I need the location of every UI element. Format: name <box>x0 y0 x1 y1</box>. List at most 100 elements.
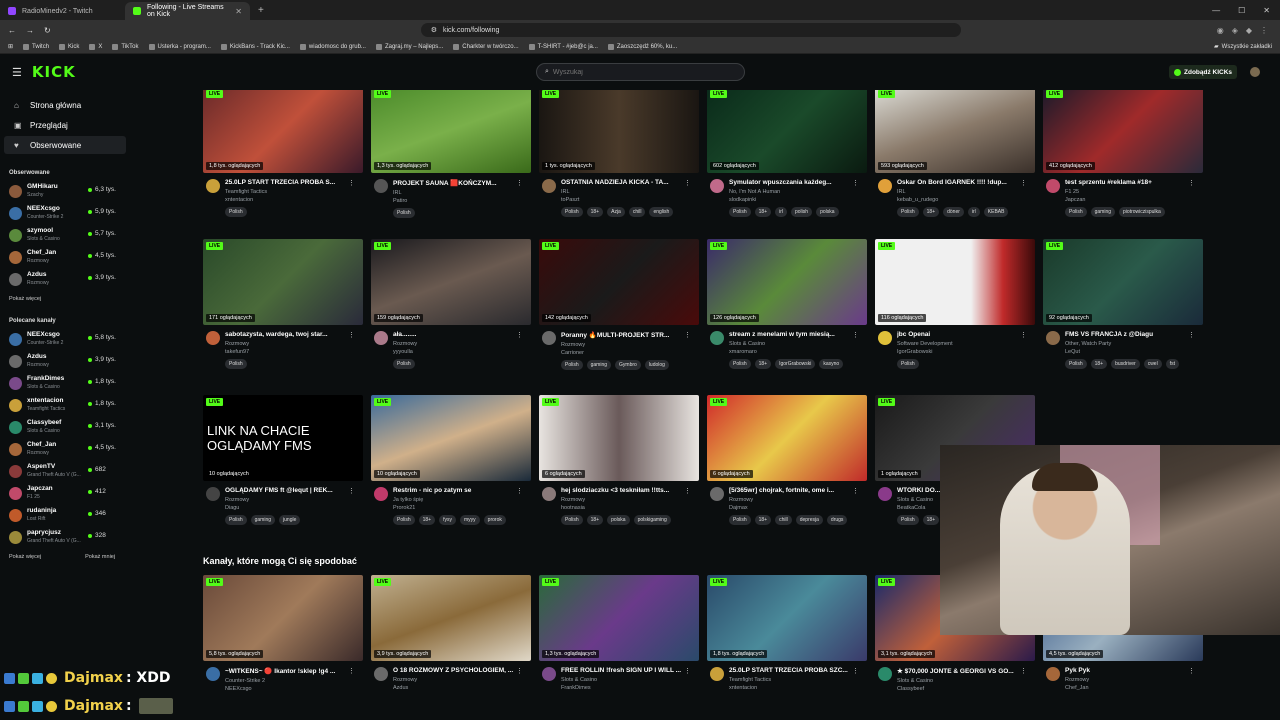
recommended-show-more-link[interactable]: Pokaż więcej <box>9 554 41 560</box>
tag-chip[interactable]: 18+ <box>922 207 940 217</box>
tag-chip[interactable]: busdriver <box>1111 359 1140 369</box>
stream-thumbnail[interactable]: LIVE 159 oglądających <box>371 239 531 325</box>
sidebar-channel[interactable]: Chef_Jan Rozmowy 4,5 tys. <box>0 438 130 460</box>
stream-thumbnail[interactable]: LIVE 5,8 tys. oglądających <box>203 575 363 661</box>
tag-chip[interactable]: fysy <box>439 515 456 525</box>
stream-card[interactable]: LIVE 142 oglądających Poranny 🔥MULTI-PROJE… <box>539 239 699 370</box>
user-avatar[interactable] <box>1250 67 1260 77</box>
stream-category[interactable]: Rozmowy <box>225 341 355 347</box>
stream-card[interactable]: LINK NA CHACIE OGLĄDAMY FMS LIVE 10 ogląda… <box>203 395 363 525</box>
stream-card[interactable]: LIVE 5,8 tys. oglądających ~WITKENS~ 🔴 Ika… <box>203 575 363 692</box>
extension-icon[interactable]: ◈ <box>1232 26 1238 35</box>
stream-category[interactable]: Rozmowy <box>1065 677 1195 683</box>
stream-card[interactable]: LIVE 159 oglądających ała........ Rozmowy yy… <box>371 239 531 369</box>
tag-chip[interactable]: 18+ <box>1090 359 1108 369</box>
tag-chip[interactable]: Polish <box>225 207 247 217</box>
site-info-icon[interactable]: ⚙ <box>431 26 437 34</box>
stream-channel-name[interactable]: Dajmax <box>729 505 859 511</box>
tag-chip[interactable]: Polish <box>225 515 247 525</box>
stream-category[interactable]: Rozmowy <box>393 341 523 347</box>
stream-title[interactable]: jbc Openai <box>897 331 1027 338</box>
tag-chip[interactable]: Polish <box>1065 207 1087 217</box>
stream-channel-name[interactable]: Chef_Jan <box>1065 685 1195 691</box>
stream-thumbnail[interactable]: LIVE 126 oglądających <box>707 239 867 325</box>
stream-channel-name[interactable]: LeQut <box>1065 349 1195 355</box>
sidebar-channel[interactable]: szymool Slots & Casino 5,7 tys. <box>0 224 130 246</box>
tag-chip[interactable]: polska <box>607 515 630 525</box>
stream-card[interactable]: LIVE 10 oglądających Restrim - nic po zaty… <box>371 395 531 525</box>
more-options-icon[interactable]: ⋮ <box>684 667 691 675</box>
more-options-icon[interactable]: ⋮ <box>684 179 691 187</box>
more-options-icon[interactable]: ⋮ <box>852 487 859 495</box>
stream-channel-name[interactable]: hootnasia <box>561 505 691 511</box>
browser-tab-active[interactable]: Following - Live Streams on Kick ✕ <box>125 2 250 20</box>
tag-chip[interactable]: Polish <box>561 360 583 370</box>
stream-card[interactable]: LIVE 126 oglądających stream z menelami w … <box>707 239 867 369</box>
stream-channel-name[interactable]: NEEXcsgo <box>225 686 355 692</box>
bookmark-item[interactable]: T-SHIRT - #jeb@c ja... <box>528 43 598 50</box>
stream-channel-name[interactable]: Carrioner <box>561 350 691 356</box>
stream-thumbnail[interactable]: LIVE 1,8 tys. oglądających <box>203 90 363 173</box>
stream-channel-name[interactable]: Prorok21 <box>393 505 523 511</box>
stream-title[interactable]: Poranny 🔥MULTI-PROJEKT STR... <box>561 331 691 339</box>
stream-channel-name[interactable]: Diagu <box>225 505 355 511</box>
more-options-icon[interactable]: ⋮ <box>684 487 691 495</box>
tag-chip[interactable]: jungle <box>279 515 301 525</box>
tag-chip[interactable]: 18+ <box>754 515 772 525</box>
tag-chip[interactable]: Polish <box>729 359 751 369</box>
bookmark-item[interactable]: Kick <box>59 43 79 50</box>
tag-chip[interactable]: english <box>649 207 674 217</box>
more-options-icon[interactable]: ⋮ <box>516 667 523 675</box>
stream-thumbnail[interactable]: LIVE 602 oglądających <box>707 90 867 173</box>
tag-chip[interactable]: Polish <box>1065 359 1087 369</box>
tag-chip[interactable]: Polish <box>897 359 919 369</box>
stream-card[interactable]: LIVE 1,8 tys. oglądających 25.0LP START TR… <box>707 575 867 691</box>
stream-channel-name[interactable]: Classybeef <box>897 686 1027 692</box>
channel-avatar[interactable] <box>206 331 220 345</box>
stream-title[interactable]: O 18 ROZMOWY Z PSYCHOLOGIEM, ... <box>393 667 523 674</box>
channel-avatar[interactable] <box>206 179 220 193</box>
apps-icon[interactable]: ⊞ <box>8 43 13 50</box>
stream-category[interactable]: Slots & Casino <box>561 677 691 683</box>
channel-avatar[interactable] <box>542 331 556 345</box>
stream-title[interactable]: FREE ROLLIN !fresh SIGN UP I WILL ... <box>561 667 691 674</box>
stream-category[interactable]: Slots & Casino <box>897 678 1027 684</box>
stream-card[interactable]: LIVE 116 oglądających jbc Openai Software D… <box>875 239 1035 369</box>
tag-chip[interactable]: polska <box>816 207 839 217</box>
bookmark-item[interactable]: Charkter w twórczo... <box>453 43 519 50</box>
sidebar-channel[interactable]: paprycjusz Grand Theft Auto V (G... 328 <box>0 526 130 548</box>
stream-thumbnail[interactable]: LIVE 1,3 tys. oglądających <box>539 575 699 661</box>
more-options-icon[interactable]: ⋮ <box>852 179 859 187</box>
more-options-icon[interactable]: ⋮ <box>516 179 523 187</box>
channel-avatar[interactable] <box>878 487 892 501</box>
channel-avatar[interactable] <box>710 331 724 345</box>
back-icon[interactable]: ← <box>8 26 16 35</box>
stream-channel-name[interactable]: kebab_u_rudego <box>897 197 1027 203</box>
stream-category[interactable]: Slots & Casino <box>729 341 859 347</box>
stream-channel-name[interactable]: slodkapinki <box>729 197 859 203</box>
stream-thumbnail[interactable]: LIVE 593 oglądających <box>875 90 1035 173</box>
stream-channel-name[interactable]: xntentacion <box>729 685 859 691</box>
tag-chip[interactable]: 18+ <box>418 515 436 525</box>
more-options-icon[interactable]: ⋮ <box>348 487 355 495</box>
sidebar-channel[interactable]: Japczan F1 25 412 <box>0 482 130 504</box>
channel-avatar[interactable] <box>1046 331 1060 345</box>
channel-avatar[interactable] <box>878 179 892 193</box>
tag-chip[interactable]: irl <box>967 207 980 217</box>
stream-thumbnail[interactable]: LIVE 142 oglądających <box>539 239 699 325</box>
stream-category[interactable]: Teamfight Tactics <box>225 189 355 195</box>
stream-thumbnail[interactable]: LIVE 3,9 tys. oglądających <box>371 575 531 661</box>
stream-title[interactable]: sabotazysta, wardega, twoj star... <box>225 331 355 338</box>
tag-chip[interactable]: chill <box>775 515 792 525</box>
stream-thumbnail[interactable]: LIVE 6 oglądających <box>707 395 867 481</box>
extension-icon[interactable]: ◉ <box>1217 26 1224 35</box>
stream-channel-name[interactable]: IgorGrabowski <box>897 349 1027 355</box>
more-options-icon[interactable]: ⋮ <box>1188 331 1195 339</box>
tag-chip[interactable]: Polish <box>393 359 415 369</box>
tag-chip[interactable]: Gymbro <box>615 360 641 370</box>
stream-card[interactable]: LIVE 3,9 tys. oglądających O 18 ROZMOWY Z … <box>371 575 531 691</box>
tag-chip[interactable]: Polish <box>393 208 415 218</box>
sidebar-channel[interactable]: AspenTV Grand Theft Auto V (G... 682 <box>0 460 130 482</box>
extension-icon[interactable]: ◆ <box>1246 26 1252 35</box>
sidebar-channel[interactable]: FrankDimes Slots & Casino 1,8 tys. <box>0 372 130 394</box>
